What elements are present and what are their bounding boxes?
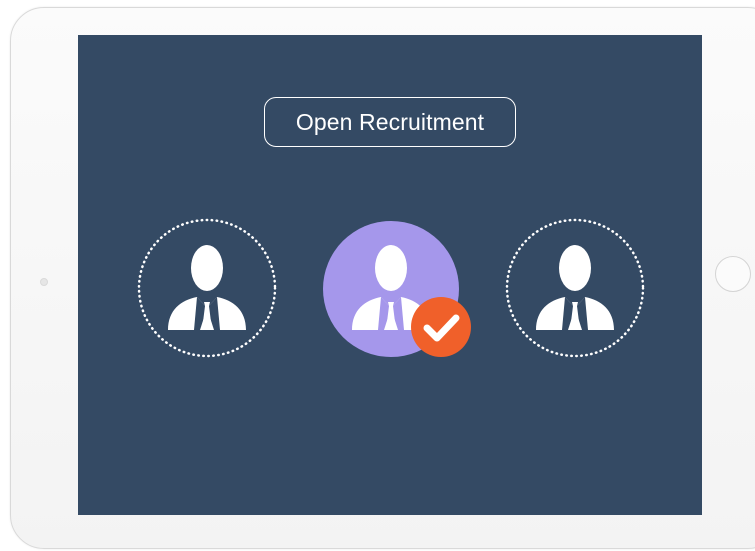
- page-title: Open Recruitment: [264, 97, 516, 147]
- candidate-avatar-left[interactable]: [137, 218, 277, 358]
- home-button[interactable]: [715, 256, 751, 292]
- candidate-avatar-right[interactable]: [505, 218, 645, 358]
- person-icon: [536, 245, 614, 330]
- checkmark-icon: [411, 297, 471, 357]
- screen: Open Recruitment: [78, 35, 702, 515]
- camera-icon: [40, 278, 48, 286]
- person-icon: [168, 245, 246, 330]
